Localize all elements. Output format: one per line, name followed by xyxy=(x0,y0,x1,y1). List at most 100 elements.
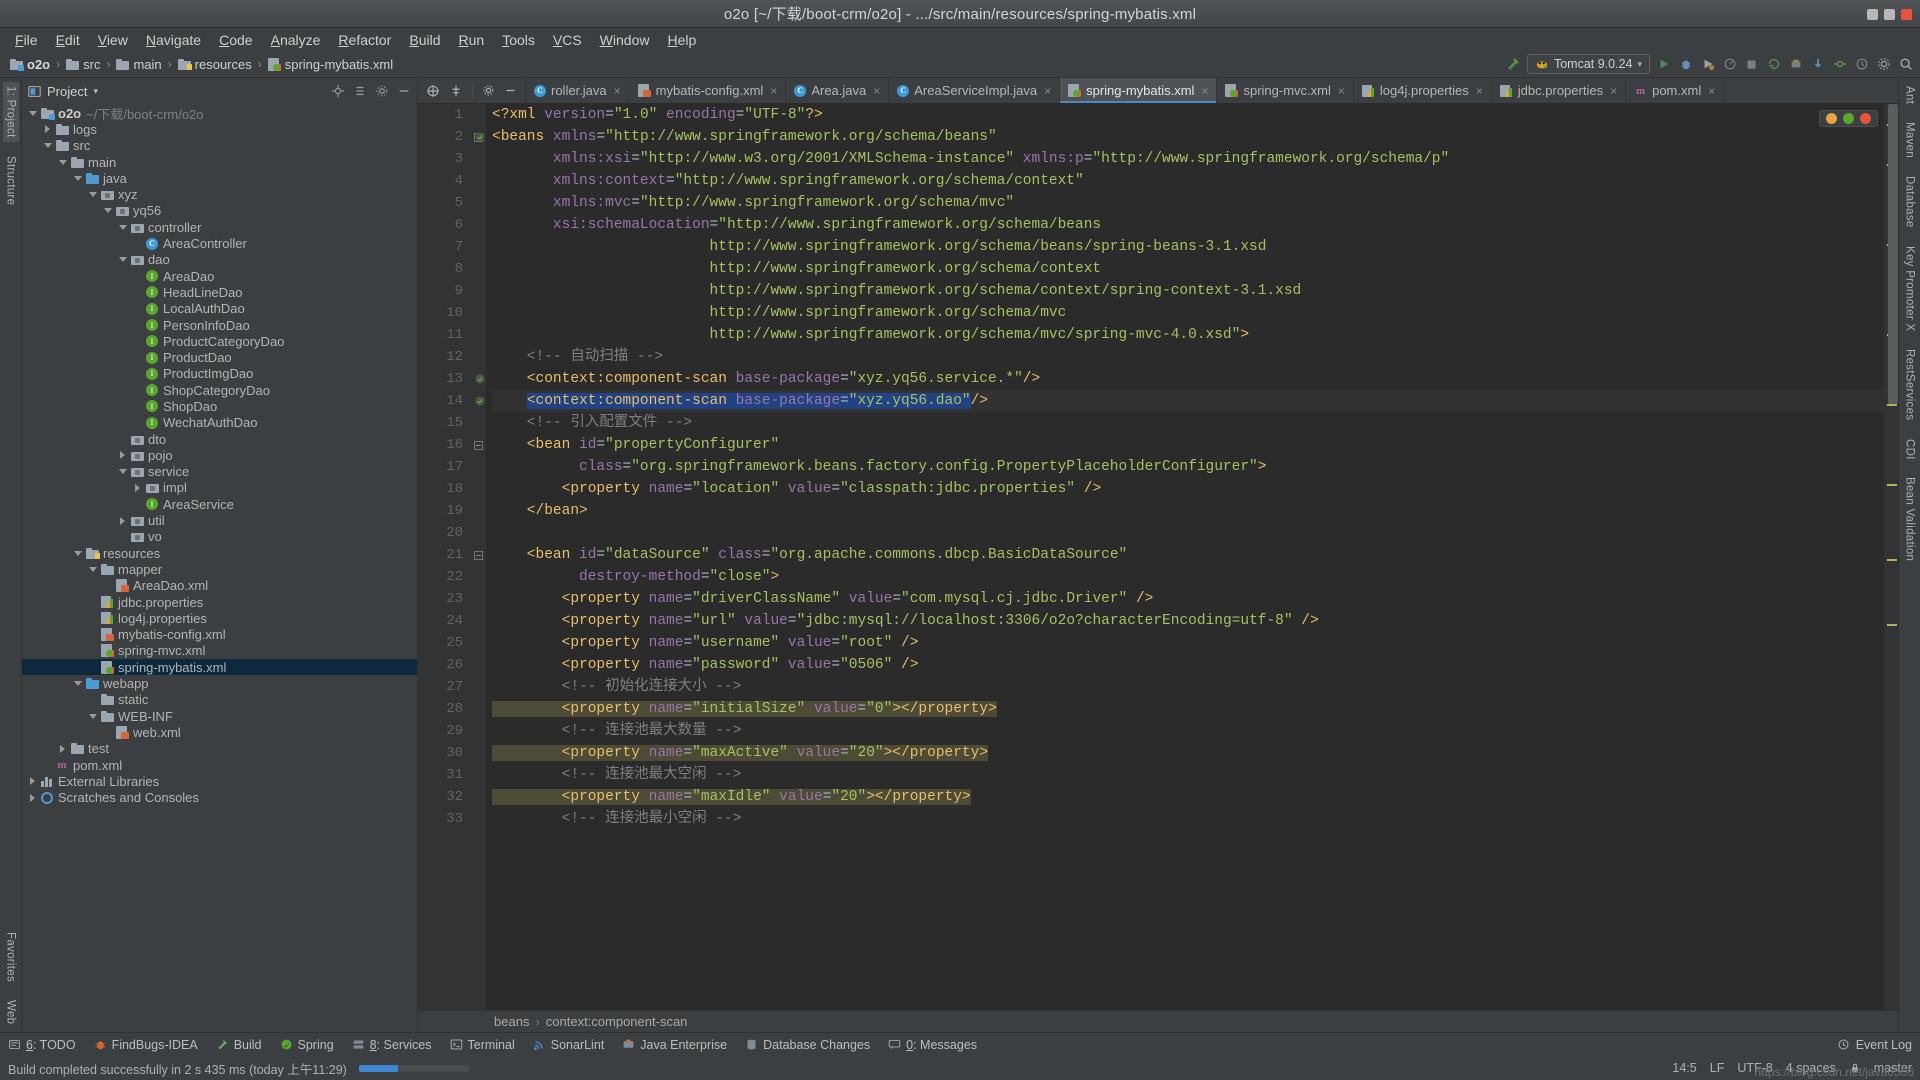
tree-toggle[interactable] xyxy=(71,550,84,556)
tree-toggle[interactable] xyxy=(86,713,99,719)
tree-node-logs[interactable]: logs xyxy=(22,121,417,137)
code-line[interactable]: http://www.springframework.org/schema/mv… xyxy=(492,324,1884,346)
deploy-icon[interactable] xyxy=(1787,56,1804,73)
inspection-dot-2[interactable] xyxy=(1860,113,1871,124)
close-icon[interactable]: × xyxy=(873,84,880,98)
tree-toggle[interactable] xyxy=(26,777,39,786)
code-line[interactable]: </bean> xyxy=(492,500,1884,522)
editor-code-area[interactable]: <?xml version="1.0" encoding="UTF-8"?> <b… xyxy=(486,104,1884,1010)
run-icon[interactable] xyxy=(1655,56,1672,73)
tree-toggle[interactable] xyxy=(56,159,69,165)
spring-config-icon[interactable] xyxy=(474,373,486,385)
menu-item-view[interactable]: View xyxy=(89,30,137,50)
tool-window-button-8--services[interactable]: 8: Services xyxy=(352,1038,432,1052)
tool-window-button-terminal[interactable]: Terminal xyxy=(450,1038,515,1052)
tree-node-dao[interactable]: dao xyxy=(22,252,417,268)
tree-toggle[interactable] xyxy=(86,566,99,572)
menu-item-navigate[interactable]: Navigate xyxy=(137,30,210,50)
code-line[interactable]: http://www.springframework.org/schema/mv… xyxy=(492,302,1884,324)
tree-node-static[interactable]: static xyxy=(22,692,417,708)
tree-node-areaservice[interactable]: I AreaService xyxy=(22,496,417,512)
tool-window-tab-structure[interactable]: Structure xyxy=(3,152,19,209)
tree-node-util[interactable]: util xyxy=(22,512,417,528)
tree-node-webapp[interactable]: webapp xyxy=(22,675,417,691)
code-line[interactable]: <property name="location" value="classpa… xyxy=(492,478,1884,500)
code-line[interactable]: <!-- 连接池最大空闲 --> xyxy=(492,764,1884,786)
inspection-dot-1[interactable] xyxy=(1843,113,1854,124)
tree-node-java[interactable]: java xyxy=(22,170,417,186)
settings-gear-icon[interactable] xyxy=(375,84,389,98)
code-line[interactable]: xmlns:xsi="http://www.w3.org/2001/XMLSch… xyxy=(492,148,1884,170)
tree-node-web-xml[interactable]: web.xml xyxy=(22,724,417,740)
tree-node-mapper[interactable]: mapper xyxy=(22,561,417,577)
tree-toggle[interactable] xyxy=(116,516,129,525)
run-with-coverage-icon[interactable] xyxy=(1699,56,1716,73)
menu-item-refactor[interactable]: Refactor xyxy=(329,30,400,50)
tree-toggle[interactable] xyxy=(86,192,99,198)
git-history-icon[interactable] xyxy=(1853,56,1870,73)
menu-item-tools[interactable]: Tools xyxy=(493,30,544,50)
code-line[interactable]: <bean id="dataSource" class="org.apache.… xyxy=(492,544,1884,566)
tree-node-impl[interactable]: impl xyxy=(22,480,417,496)
inspection-widget[interactable] xyxy=(1819,110,1878,127)
tree-node-o2o[interactable]: o2o ~/下载/boot-crm/o2o xyxy=(22,105,417,122)
editor-breadcrumb-item-context-component-scan[interactable]: context:component-scan xyxy=(546,1014,688,1029)
close-icon[interactable]: × xyxy=(1610,84,1617,98)
fold-toggle[interactable] xyxy=(470,544,486,566)
code-line[interactable]: xmlns:context="http://www.springframewor… xyxy=(492,170,1884,192)
tree-toggle[interactable] xyxy=(41,143,54,149)
code-line[interactable]: <!-- 连接池最小空闲 --> xyxy=(492,808,1884,830)
search-icon[interactable] xyxy=(1897,56,1914,73)
tree-node-spring-mvc-xml[interactable]: spring-mvc.xml xyxy=(22,643,417,659)
code-line[interactable]: <context:component-scan base-package="xy… xyxy=(492,390,1884,412)
close-icon[interactable]: × xyxy=(614,84,621,98)
editor-tab-mybatis-config-xml[interactable]: mybatis-config.xml × xyxy=(630,78,787,103)
tool-window-button-build[interactable]: Build xyxy=(216,1038,262,1052)
editor-breadcrumb[interactable]: beans › context:component-scan xyxy=(418,1010,1898,1032)
code-line[interactable]: xmlns:mvc="http://www.springframework.or… xyxy=(492,192,1884,214)
breadcrumb-item-spring-mybatis-xml[interactable]: spring-mybatis.xml xyxy=(264,56,397,73)
tree-toggle[interactable] xyxy=(26,110,39,116)
locate-in-tree-icon[interactable] xyxy=(426,84,440,98)
stop-icon[interactable] xyxy=(1743,56,1760,73)
tree-node-external-libraries[interactable]: External Libraries xyxy=(22,773,417,789)
menu-item-edit[interactable]: Edit xyxy=(47,30,89,50)
tool-window-button-findbugs-idea[interactable]: FindBugs-IDEA xyxy=(94,1038,198,1052)
tree-node-src[interactable]: src xyxy=(22,138,417,154)
menu-item-code[interactable]: Code xyxy=(210,30,261,50)
maximize-button[interactable] xyxy=(1884,8,1895,20)
tool-window-tab-database[interactable]: Database xyxy=(1902,172,1918,232)
breadcrumb-item-o2o[interactable]: o2o xyxy=(6,56,54,73)
code-line[interactable]: <!-- 自动扫描 --> xyxy=(492,346,1884,368)
tree-node-productdao[interactable]: I ProductDao xyxy=(22,349,417,365)
tree-toggle[interactable] xyxy=(41,125,54,134)
tool-window-tab-favorites[interactable]: Favorites xyxy=(3,928,19,986)
tool-window-button-spring[interactable]: Spring xyxy=(280,1038,334,1052)
tree-node-areadao-xml[interactable]: AreaDao.xml xyxy=(22,578,417,594)
spring-bean-icon[interactable] xyxy=(474,131,486,143)
tool-window-tab-cdi[interactable]: CDI xyxy=(1902,435,1918,464)
close-icon[interactable]: × xyxy=(1201,84,1208,98)
menu-item-build[interactable]: Build xyxy=(400,30,449,50)
code-line[interactable]: class="org.springframework.beans.factory… xyxy=(492,456,1884,478)
chevron-down-icon[interactable]: ▾ xyxy=(93,86,98,97)
hide-panel-icon[interactable] xyxy=(504,84,517,97)
editor-breadcrumb-item-beans[interactable]: beans xyxy=(494,1014,529,1029)
menu-item-analyze[interactable]: Analyze xyxy=(262,30,330,50)
tool-window-button-6--todo[interactable]: 6: TODO xyxy=(8,1038,76,1052)
close-icon[interactable]: × xyxy=(1476,84,1483,98)
tree-toggle[interactable] xyxy=(131,483,144,492)
code-line[interactable]: <property name="maxActive" value="20"></… xyxy=(492,742,1884,764)
code-line[interactable]: <property name="username" value="root" /… xyxy=(492,632,1884,654)
tool-window-button-0--messages[interactable]: 0: Messages xyxy=(888,1038,977,1052)
update-app-icon[interactable] xyxy=(1765,56,1782,73)
tree-node-controller[interactable]: controller xyxy=(22,219,417,235)
tool-window-tab-bean-validation[interactable]: Bean Validation xyxy=(1902,473,1918,565)
tree-node-productimgdao[interactable]: I ProductImgDao xyxy=(22,366,417,382)
tree-node-mybatis-config-xml[interactable]: mybatis-config.xml xyxy=(22,627,417,643)
tool-window-button-sonarlint[interactable]: SonarLint xyxy=(533,1038,604,1052)
tree-node-spring-mybatis-xml[interactable]: spring-mybatis.xml xyxy=(22,659,417,676)
close-button[interactable] xyxy=(1901,8,1912,20)
tree-node-scratches-and-consoles[interactable]: Scratches and Consoles xyxy=(22,789,417,805)
code-line[interactable] xyxy=(492,522,1884,544)
